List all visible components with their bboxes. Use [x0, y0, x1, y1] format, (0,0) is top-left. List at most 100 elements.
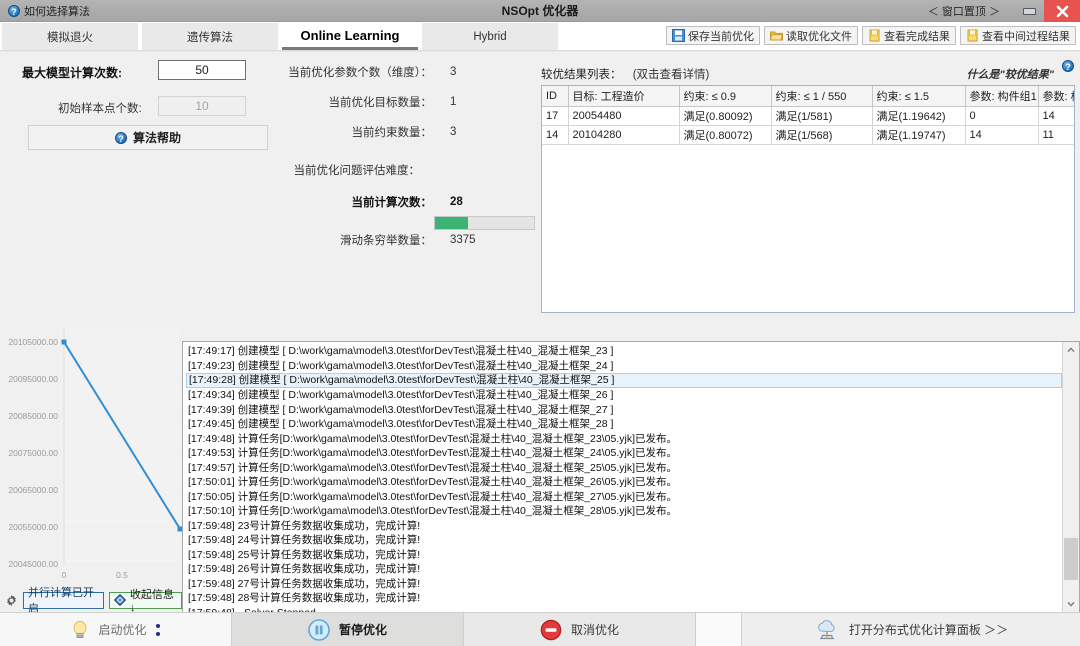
- col-param-group-2[interactable]: 参数: 构件组2: [1038, 86, 1074, 107]
- load-optimization-file-button[interactable]: 读取优化文件: [764, 26, 858, 45]
- col-objective-cost[interactable]: 目标: 工程造价: [568, 86, 680, 107]
- chart-y-tick-label: 20075000.00: [8, 448, 58, 458]
- scroll-up-button[interactable]: [1063, 342, 1079, 358]
- log-line[interactable]: [17:59:48] 28号计算任务数据收集成功，完成计算!: [186, 591, 1062, 606]
- close-button[interactable]: [1044, 0, 1080, 22]
- log-line[interactable]: [17:49:48] 计算任务[D:\work\gama\model\3.0te…: [186, 432, 1062, 447]
- log-line[interactable]: [17:49:23] 创建模型 [ D:\work\gama\model\3.0…: [186, 359, 1062, 374]
- better-results-table-container[interactable]: ID 目标: 工程造价 约束: ≤ 0.9 约束: ≤ 1 / 550 约束: …: [541, 85, 1075, 313]
- stat-slider-enumeration-label: 滑动条穷举数量：: [340, 235, 432, 247]
- question-mark-icon: ?: [8, 4, 20, 17]
- how-to-choose-algorithm-label: 如何选择算法: [24, 5, 90, 18]
- scroll-down-button[interactable]: [1063, 596, 1079, 612]
- cancel-optimization-button[interactable]: 取消优化: [464, 613, 696, 646]
- log-line[interactable]: [17:59:48] 27号计算任务数据收集成功，完成计算!: [186, 577, 1062, 592]
- log-line[interactable]: [17:49:57] 计算任务[D:\work\gama\model\3.0te…: [186, 461, 1062, 476]
- status-strip: 并行计算已开启 收起信息 ↓: [0, 587, 182, 615]
- cloud-icon: [814, 619, 840, 641]
- save-current-optimization-label: 保存当前优化: [688, 30, 754, 43]
- scroll-thumb[interactable]: [1064, 538, 1078, 580]
- log-line[interactable]: [17:59:48] 25号计算任务数据收集成功，完成计算!: [186, 548, 1062, 563]
- log-line[interactable]: [17:59:48] 26号计算任务数据收集成功，完成计算!: [186, 562, 1062, 577]
- how-to-choose-algorithm-link[interactable]: ? 如何选择算法: [8, 3, 90, 19]
- gear-icon[interactable]: [5, 594, 18, 607]
- better-results-header: 较优结果列表： (双击查看详情): [541, 66, 709, 82]
- tab-simulated-annealing[interactable]: 模拟退火: [2, 23, 138, 50]
- stat-parameter-count: 当前优化参数个数（维度）： 3: [270, 64, 456, 80]
- stat-constraint-count-value: 3: [450, 126, 457, 138]
- parameters-panel: 最大模型计算次数: 50 初始样本点个数: 10 ? 算法帮助 当前优化参数个数…: [0, 52, 536, 380]
- collapse-info-label: 收起信息 ↓: [129, 589, 174, 614]
- stop-icon: [540, 619, 562, 641]
- view-intermediate-results-button[interactable]: 查看中间过程结果: [960, 26, 1076, 45]
- log-line[interactable]: [17:49:34] 创建模型 [ D:\work\gama\model\3.0…: [186, 388, 1062, 403]
- log-line[interactable]: [17:49:39] 创建模型 [ D:\work\gama\model\3.0…: [186, 403, 1062, 418]
- open-distributed-panel-button[interactable]: 打开分布式优化计算面板 ＞＞: [742, 613, 1080, 646]
- better-results-subtitle: (双击查看详情): [632, 69, 710, 81]
- collapse-info-button[interactable]: 收起信息 ↓: [108, 589, 182, 614]
- stat-objective-count-value: 1: [450, 96, 457, 108]
- question-mark-icon[interactable]: ?: [1062, 60, 1074, 72]
- minimize-icon: [1022, 7, 1036, 15]
- chart-y-tick-label: 20065000.00: [8, 485, 58, 495]
- view-completed-results-button[interactable]: 查看完成结果: [862, 26, 956, 45]
- chart-y-tick-label: 20045000.00: [8, 559, 58, 569]
- view-completed-results-label: 查看完成结果: [884, 30, 950, 43]
- cell-id: 14: [542, 125, 569, 145]
- question-mark-icon: ?: [114, 131, 127, 144]
- chart-y-tick-label: 20085000.00: [8, 411, 58, 421]
- log-line[interactable]: [17:49:28] 创建模型 [ D:\work\gama\model\3.0…: [186, 373, 1062, 388]
- algorithm-help-button[interactable]: ? 算法帮助: [28, 125, 268, 150]
- chart-y-tick-label: 20095000.00: [8, 374, 58, 384]
- log-line[interactable]: [17:49:17] 创建模型 [ D:\work\gama\model\3.0…: [186, 344, 1062, 359]
- log-line[interactable]: [17:59:48] 23号计算任务数据收集成功，完成计算!: [186, 519, 1062, 534]
- collapse-diamond-icon: [113, 593, 127, 607]
- action-bar-spacer: [696, 613, 742, 646]
- cell-cost: 20104280: [568, 125, 680, 145]
- minimize-button[interactable]: [1014, 0, 1044, 22]
- chart-y-tick-label: 20105000.00: [8, 337, 58, 347]
- col-param-group-1[interactable]: 参数: 构件组1: [965, 86, 1039, 107]
- chart-data-point: [61, 339, 67, 345]
- parallel-computing-status[interactable]: 并行计算已开启: [23, 587, 104, 615]
- what-is-better-result-link[interactable]: 什么是"较优结果": [967, 66, 1054, 82]
- log-panel[interactable]: [17:49:17] 创建模型 [ D:\work\gama\model\3.0…: [182, 341, 1080, 613]
- better-results-panel: 较优结果列表： (双击查看详情) 什么是"较优结果" ? ID 目标: 工程造价…: [536, 52, 1080, 324]
- best-history-chart-svg: 20105000.00 20095000.00 20085000.00 2007500…: [0, 324, 182, 586]
- start-optimization-button[interactable]: 启动优化: [0, 613, 232, 646]
- initial-sample-count-input[interactable]: 10: [158, 96, 246, 116]
- cell-param-1: 0: [965, 106, 1039, 126]
- tab-hybrid[interactable]: Hybrid: [422, 23, 558, 50]
- close-icon: [1056, 5, 1068, 17]
- stat-constraint-count: 当前约束数量： 3: [270, 124, 457, 140]
- stat-parameter-count-value: 3: [450, 66, 457, 78]
- chevron-down-icon: [1067, 601, 1075, 607]
- log-line[interactable]: [17:50:01] 计算任务[D:\work\gama\model\3.0te…: [186, 475, 1062, 490]
- save-current-optimization-button[interactable]: 保存当前优化: [666, 26, 760, 45]
- col-constraint-2[interactable]: 约束: ≤ 1 / 550: [771, 86, 873, 107]
- table-row[interactable]: 14 20104280 满足(0.80072) 满足(1/568) 满足(1.1…: [542, 125, 1074, 145]
- stat-slider-enumeration-value: 3375: [450, 234, 476, 246]
- log-line[interactable]: [17:59:48] 24号计算任务数据收集成功，完成计算!: [186, 533, 1062, 548]
- open-distributed-panel-label: 打开分布式优化计算面板 ＞＞: [848, 623, 1009, 637]
- load-optimization-file-label: 读取优化文件: [786, 30, 852, 43]
- log-line[interactable]: [17:50:10] 计算任务[D:\work\gama\model\3.0te…: [186, 504, 1062, 519]
- log-line[interactable]: [17:50:05] 计算任务[D:\work\gama\model\3.0te…: [186, 490, 1062, 505]
- difficulty-progress-bar: [434, 216, 535, 230]
- tab-genetic-algorithm[interactable]: 遗传算法: [142, 23, 278, 50]
- col-constraint-3[interactable]: 约束: ≤ 1.5: [872, 86, 966, 107]
- algorithm-help-label: 算法帮助: [132, 131, 181, 145]
- title-bar: ? 如何选择算法 NSOpt 优化器 ＜ 窗口置顶 ＞: [0, 0, 1080, 22]
- document-icon: [966, 29, 979, 42]
- tab-online-learning[interactable]: Online Learning: [282, 23, 418, 50]
- pause-optimization-button[interactable]: 暂停优化: [232, 613, 464, 646]
- max-model-iterations-input[interactable]: 50: [158, 60, 246, 80]
- pin-window-toggle[interactable]: ＜ 窗口置顶 ＞: [928, 3, 1000, 19]
- col-id[interactable]: ID: [542, 86, 569, 107]
- log-scrollbar[interactable]: [1062, 342, 1079, 612]
- log-line[interactable]: [17:49:53] 计算任务[D:\work\gama\model\3.0te…: [186, 446, 1062, 461]
- stat-parameter-count-label: 当前优化参数个数（维度）：: [288, 67, 432, 79]
- log-line[interactable]: [17:49:45] 创建模型 [ D:\work\gama\model\3.0…: [186, 417, 1062, 432]
- col-constraint-1[interactable]: 约束: ≤ 0.9: [679, 86, 772, 107]
- table-row[interactable]: 17 20054480 满足(0.80092) 满足(1/581) 满足(1.1…: [542, 106, 1074, 126]
